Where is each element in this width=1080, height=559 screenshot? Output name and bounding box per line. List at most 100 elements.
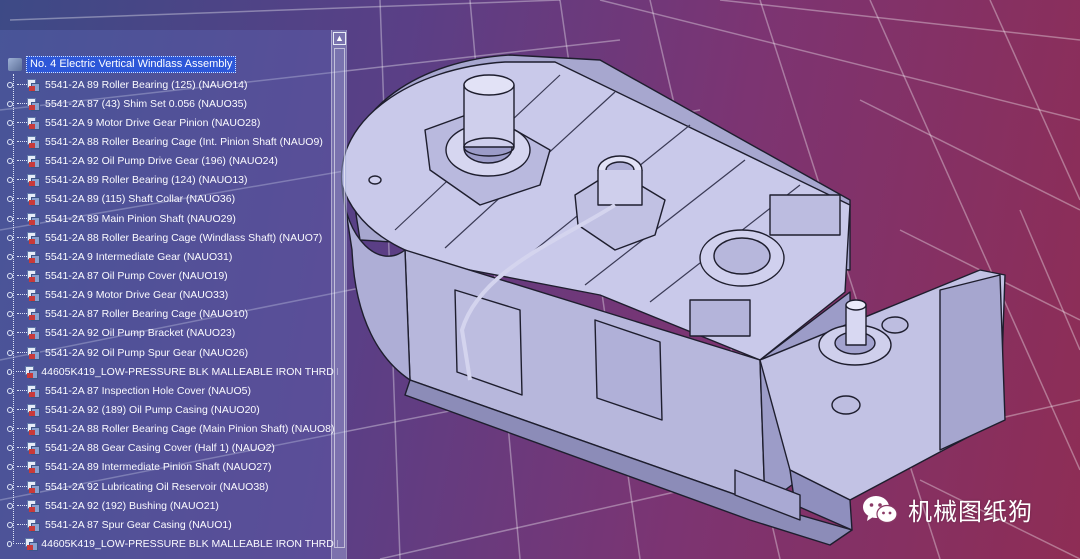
part-icon xyxy=(27,384,41,398)
tree-expander[interactable] xyxy=(7,272,13,279)
tree-expander[interactable] xyxy=(7,196,13,203)
part-icon xyxy=(27,480,41,494)
tree-expander[interactable] xyxy=(7,368,13,375)
tree-expander[interactable] xyxy=(7,426,13,433)
assembly-icon xyxy=(8,58,22,71)
tree-node-label: 5541-2A 87 Roller Bearing Cage (NAUO10) xyxy=(45,308,249,321)
tree-node[interactable]: 5541-2A 89 Main Pinion Shaft (NAUO29) xyxy=(7,209,338,228)
part-icon xyxy=(27,231,41,245)
tree-branch-line xyxy=(17,466,27,468)
tree-branch-line xyxy=(17,217,27,220)
tree-node[interactable]: 44605K419_LOW-PRESSURE BLK MALLEABLE IRO… xyxy=(7,534,338,553)
part-icon xyxy=(27,97,41,111)
tree-node[interactable]: 5541-2A 92 Oil Pump Spur Gear (NAUO26) xyxy=(7,343,338,362)
tree-expander[interactable] xyxy=(7,234,13,241)
tree-node[interactable]: 5541-2A 92 Lubricating Oil Reservoir (NA… xyxy=(7,477,338,496)
tree-expander[interactable] xyxy=(7,387,13,394)
tree-root-node[interactable]: No. 4 Electric Vertical Windlass Assembl… xyxy=(8,56,338,73)
part-icon xyxy=(27,422,41,437)
tree-branch-line xyxy=(17,389,27,392)
tree-branch-line xyxy=(17,485,27,488)
tree-node-label: 44605K419_LOW-PRESSURE BLK MALLEABLE IRO… xyxy=(41,537,338,550)
tree-expander[interactable] xyxy=(7,521,13,528)
tree-branch-line xyxy=(17,198,27,200)
tree-expander[interactable] xyxy=(7,81,13,88)
tree-expander[interactable] xyxy=(7,349,13,356)
tree-branch-line xyxy=(17,274,27,277)
tree-branch-line xyxy=(17,313,27,315)
watermark-text: 机械图纸狗 xyxy=(908,498,1033,526)
tree-node[interactable]: 5541-2A 92 Oil Pump Bracket (NAUO23) xyxy=(7,324,338,343)
tree-node-label: 5541-2A 9 Intermediate Gear (NAUO31) xyxy=(45,250,233,263)
part-icon xyxy=(25,537,39,551)
tree-expander[interactable] xyxy=(7,330,13,337)
tree-branch-line xyxy=(17,332,27,334)
tree-node[interactable]: 5541-2A 9 Motor Drive Gear (NAUO33) xyxy=(7,286,338,305)
part-icon xyxy=(27,460,41,475)
tree-node[interactable]: 5541-2A 9 Intermediate Gear (NAUO31) xyxy=(7,247,338,266)
tree-expander[interactable] xyxy=(7,292,13,299)
tree-node-label: 5541-2A 92 Lubricating Oil Reservoir (NA… xyxy=(45,480,269,493)
part-icon xyxy=(27,250,41,264)
part-icon xyxy=(27,307,41,322)
tree-node[interactable]: 5541-2A 87 Oil Pump Cover (NAUO19) xyxy=(7,266,338,285)
tree-node-label: 5541-2A 88 Gear Casing Cover (Half 1) (N… xyxy=(45,442,275,455)
part-icon xyxy=(27,192,41,207)
tree-branch-line xyxy=(17,294,27,296)
tree-node[interactable]: 5541-2A 87 Spur Gear Casing (NAUO1) xyxy=(7,515,338,534)
tree-node-label: 5541-2A 87 Spur Gear Casing (NAUO1) xyxy=(45,518,232,531)
part-icon xyxy=(27,116,41,130)
part-icon xyxy=(27,518,41,532)
tree-node-label: 5541-2A 89 Intermediate Pinion Shaft (NA… xyxy=(45,461,272,474)
part-icon xyxy=(27,173,41,188)
tree-expander[interactable] xyxy=(7,540,13,547)
tree-expander[interactable] xyxy=(7,464,13,471)
tree-expander[interactable] xyxy=(7,445,13,452)
tree-expander[interactable] xyxy=(7,158,13,165)
tree-node-label: 5541-2A 9 Motor Drive Gear (NAUO33) xyxy=(45,289,229,302)
tree-expander[interactable] xyxy=(7,119,13,126)
tree-branch-line xyxy=(17,447,27,449)
tree-node[interactable]: 44605K419_LOW-PRESSURE BLK MALLEABLE IRO… xyxy=(7,362,338,381)
part-icon xyxy=(27,346,41,360)
tree-expander[interactable] xyxy=(7,502,13,509)
tree-node[interactable]: 5541-2A 88 Roller Bearing Cage (Main Pin… xyxy=(7,420,338,439)
wechat-icon xyxy=(862,495,898,525)
tree-node[interactable]: 5541-2A 88 Roller Bearing Cage (Windlass… xyxy=(7,228,338,247)
tree-node[interactable]: 5541-2A 9 Motor Drive Gear Pinion (NAUO2… xyxy=(7,113,338,132)
tree-expander[interactable] xyxy=(7,215,13,222)
tree-node-label: 5541-2A 87 Oil Pump Cover (NAUO19) xyxy=(45,269,228,282)
tree-expander[interactable] xyxy=(7,253,13,260)
tree-node[interactable]: 5541-2A 88 Roller Bearing Cage (Int. Pin… xyxy=(7,132,338,151)
tree-scrollbar[interactable]: ▲ xyxy=(331,30,346,559)
part-icon xyxy=(27,326,41,341)
tree-node[interactable]: 5541-2A 87 Inspection Hole Cover (NAUO5) xyxy=(7,381,338,400)
tree-node-label: 5541-2A 92 Oil Pump Bracket (NAUO23) xyxy=(45,327,236,340)
tree-node[interactable]: 5541-2A 92 (192) Bushing (NAUO21) xyxy=(7,496,338,515)
tree-branch-line xyxy=(17,236,27,239)
tree-expander[interactable] xyxy=(7,177,13,184)
windlass-model xyxy=(340,54,1006,546)
part-icon xyxy=(25,365,39,379)
tree-node[interactable]: 5541-2A 89 Intermediate Pinion Shaft (NA… xyxy=(7,458,338,477)
part-icon xyxy=(27,154,41,169)
tree-node[interactable]: 5541-2A 88 Gear Casing Cover (Half 1) (N… xyxy=(7,439,338,458)
tree-node[interactable]: 5541-2A 87 Roller Bearing Cage (NAUO10) xyxy=(7,305,338,324)
tree-node[interactable]: 5541-2A 89 (115) Shaft Collar (NAUO36) xyxy=(7,190,338,209)
tree-branch-line xyxy=(16,542,26,545)
tree-branch-line xyxy=(17,179,27,181)
tree-node[interactable]: 5541-2A 87 (43) Shim Set 0.056 (NAUO35) xyxy=(7,94,338,113)
tree-expander[interactable] xyxy=(7,483,13,490)
tree-branch-line xyxy=(17,523,27,526)
tree-expander[interactable] xyxy=(7,311,13,318)
scrollbar-thumb[interactable] xyxy=(334,48,345,548)
scroll-up-icon[interactable]: ▲ xyxy=(333,32,346,45)
tree-expander[interactable] xyxy=(7,406,13,413)
tree-node[interactable]: 5541-2A 89 Roller Bearing (125) (NAUO14) xyxy=(7,75,338,94)
tree-node-label: 5541-2A 88 Roller Bearing Cage (Main Pin… xyxy=(45,423,335,436)
tree-node[interactable]: 5541-2A 92 (189) Oil Pump Casing (NAUO20… xyxy=(7,400,338,419)
tree-expander[interactable] xyxy=(7,138,13,145)
tree-expander[interactable] xyxy=(7,100,13,107)
tree-node[interactable]: 5541-2A 92 Oil Pump Drive Gear (196) (NA… xyxy=(7,152,338,171)
tree-node[interactable]: 5541-2A 89 Roller Bearing (124) (NAUO13) xyxy=(7,171,338,190)
